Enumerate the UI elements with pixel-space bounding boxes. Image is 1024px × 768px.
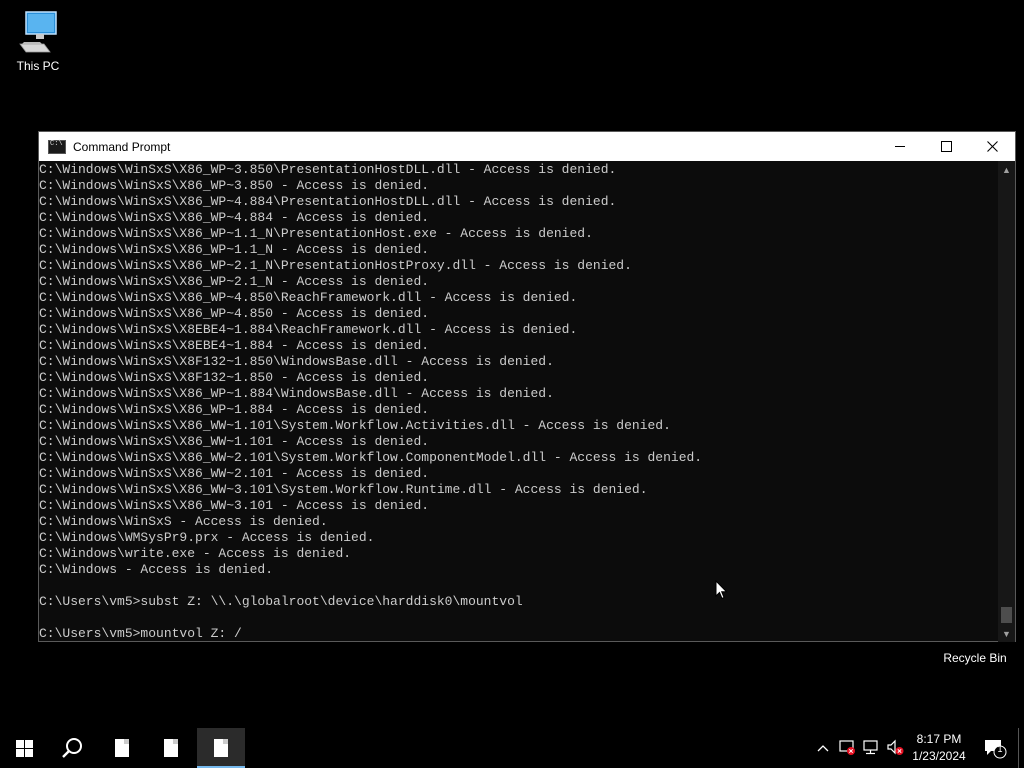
action-center-button[interactable]: 1 — [983, 737, 1007, 759]
security-alert-icon — [839, 740, 855, 755]
console-line: C:\Windows\WinSxS\X86_WP~4.850 - Access … — [39, 306, 430, 321]
maximize-icon — [940, 141, 952, 152]
this-pc-label: This PC — [16, 59, 60, 73]
scroll-up-arrow-icon[interactable]: ▲ — [998, 161, 1015, 178]
recycle-bin-label: Recycle Bin — [943, 651, 1007, 665]
console-line: C:\Windows\WinSxS\X86_WW~2.101\System.Wo… — [39, 450, 703, 465]
console-line: C:\Windows\WinSxS\X86_WP~1.1_N\Presentat… — [39, 226, 593, 241]
console-line: C:\Windows\WMSysPr9.prx - Access is deni… — [39, 530, 375, 545]
document-icon — [164, 739, 178, 757]
console-line: C:\Windows\WinSxS\X86_WW~1.101 - Access … — [39, 434, 430, 449]
mouse-cursor-icon — [715, 580, 728, 600]
notification-count: 1 — [997, 744, 1003, 754]
search-icon — [62, 738, 82, 758]
taskbar-clock[interactable]: 8:17 PM 1/23/2024 — [900, 731, 978, 765]
show-hidden-icons-button[interactable] — [814, 738, 832, 758]
console-line: C:\Windows - Access is denied. — [39, 562, 274, 577]
taskbar-app-3-active[interactable] — [197, 728, 245, 768]
taskbar-app-2[interactable] — [147, 728, 195, 768]
taskbar-app-1[interactable] — [98, 728, 146, 768]
console-line: C:\Windows\WinSxS\X8F132~1.850\WindowsBa… — [39, 354, 554, 369]
console-line: C:\Windows\WinSxS\X86_WP~4.850\ReachFram… — [39, 290, 578, 305]
maximize-button[interactable] — [923, 132, 969, 161]
security-tray-button[interactable] — [838, 738, 856, 758]
minimize-icon — [895, 146, 905, 147]
console-line: C:\Users\vm5>subst Z: \\.\globalroot\dev… — [39, 594, 523, 609]
search-button[interactable] — [48, 728, 96, 768]
start-button[interactable] — [0, 728, 48, 768]
chevron-up-icon — [817, 745, 829, 752]
scroll-down-arrow-icon[interactable]: ▼ — [998, 625, 1015, 642]
windows-start-icon — [15, 739, 33, 757]
console-line: C:\Windows\write.exe - Access is denied. — [39, 546, 352, 561]
scrollbar-thumb[interactable] — [1001, 607, 1012, 623]
console-line: C:\Windows\WinSxS\X8EBE4~1.884 - Access … — [39, 338, 430, 353]
console-line: C:\Windows\WinSxS\X86_WW~2.101 - Access … — [39, 466, 430, 481]
command-prompt-window[interactable]: Command Prompt C:\Windows\WinSxS\X86_WP~… — [38, 131, 1016, 642]
vertical-scrollbar[interactable]: ▲ ▼ — [998, 161, 1015, 642]
clock-time: 8:17 PM — [916, 732, 962, 746]
console-line: C:\Windows\WinSxS\X86_WW~1.101\System.Wo… — [39, 418, 671, 433]
console-line: C:\Windows\WinSxS\X86_WP~1.1_N - Access … — [39, 242, 430, 257]
window-title: Command Prompt — [73, 139, 171, 154]
console-line: C:\Windows\WinSxS - Access is denied. — [39, 514, 328, 529]
console-line: C:\Windows\WinSxS\X86_WP~2.1_N - Access … — [39, 274, 430, 289]
show-desktop-button[interactable] — [1018, 728, 1024, 768]
console-line: C:\Windows\WinSxS\X86_WW~3.101\System.Wo… — [39, 482, 648, 497]
console-line: C:\Windows\WinSxS\X86_WP~2.1_N\Presentat… — [39, 258, 632, 273]
this-pc-desktop-icon[interactable]: This PC — [0, 8, 76, 73]
command-prompt-icon — [48, 139, 66, 154]
console-line: C:\Windows\WinSxS\X8F132~1.850 - Access … — [39, 370, 430, 385]
network-icon — [863, 740, 878, 755]
console-line: C:\Windows\WinSxS\X86_WP~4.884\Presentat… — [39, 194, 617, 209]
computer-icon — [19, 11, 57, 53]
console-output[interactable]: C:\Windows\WinSxS\X86_WP~3.850\Presentat… — [39, 161, 999, 643]
console-line: C:\Windows\WinSxS\X86_WP~4.884 - Access … — [39, 210, 430, 225]
console-line: C:\Windows\WinSxS\X86_WP~1.884\WindowsBa… — [39, 386, 554, 401]
document-icon — [214, 739, 228, 757]
console-line: C:\Users\vm5>mountvol Z: / — [39, 626, 242, 641]
minimize-button[interactable] — [877, 132, 923, 161]
console-line: C:\Windows\WinSxS\X86_WW~3.101 - Access … — [39, 498, 430, 513]
network-tray-button[interactable] — [862, 738, 880, 758]
console-line: C:\Windows\WinSxS\X86_WP~3.850\Presentat… — [39, 162, 617, 177]
document-icon — [115, 739, 129, 757]
console-line: C:\Windows\WinSxS\X86_WP~1.884 - Access … — [39, 402, 430, 417]
taskbar: 8:17 PM 1/23/2024 1 — [0, 728, 1024, 768]
window-titlebar[interactable]: Command Prompt — [39, 132, 1015, 161]
close-icon — [986, 141, 998, 152]
clock-date: 1/23/2024 — [912, 749, 966, 763]
console-line: C:\Windows\WinSxS\X8EBE4~1.884\ReachFram… — [39, 322, 578, 337]
close-button[interactable] — [969, 132, 1015, 161]
console-line: C:\Windows\WinSxS\X86_WP~3.850 - Access … — [39, 178, 430, 193]
